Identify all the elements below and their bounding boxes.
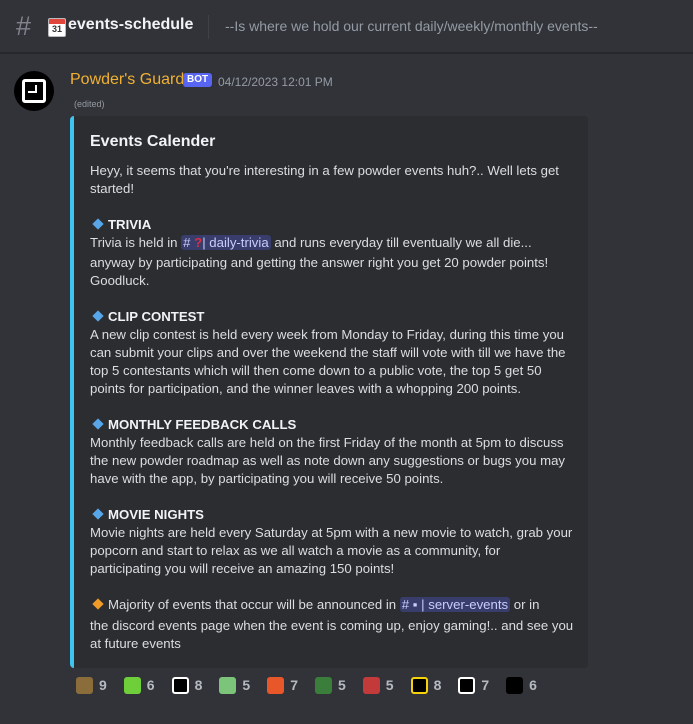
camera-icon: ▪ [412, 597, 418, 612]
clip-line: top 5 contestants which will then come d… [90, 363, 542, 378]
movie-line: popcorn and start to relax as we all wat… [90, 543, 501, 558]
calendar-icon: 31 [48, 18, 66, 37]
trivia-line: Goodluck. [90, 273, 150, 288]
reaction-button[interactable]: 8 [166, 673, 211, 697]
reaction-button[interactable]: 8 [405, 673, 450, 697]
clip-line: points for participation, and the winner… [90, 381, 522, 396]
channel-name[interactable]: events-schedule [68, 16, 193, 34]
reaction-button[interactable]: 9 [70, 673, 115, 697]
clip-contest-heading: CLIP CONTEST [90, 308, 204, 326]
reaction-button[interactable]: 7 [261, 673, 306, 697]
blue-diamond-icon [92, 508, 104, 520]
server-events-channel-mention[interactable]: # ▪ | server-events [399, 597, 511, 612]
blue-diamond-icon [92, 310, 104, 322]
clip-line: can submit your clips and over the weeke… [90, 345, 566, 360]
edited-label: (edited) [74, 99, 105, 109]
reactions-bar: 9 6 8 5 7 5 5 8 7 6 [70, 673, 545, 699]
feedback-heading: MONTHLY FEEDBACK CALLS [90, 416, 296, 434]
movie-line: participating you will receive an amazin… [90, 561, 395, 576]
reaction-button[interactable]: 5 [213, 673, 258, 697]
orange-diamond-icon [92, 598, 104, 610]
reaction-count: 7 [290, 677, 298, 693]
clip-line: A new clip contest is held every week fr… [90, 327, 564, 342]
footer-line: the discord events page when the event i… [90, 618, 574, 633]
feedback-line: have with the app, by participating you … [90, 471, 444, 486]
powder-logo-yellow-emoji-icon [410, 676, 428, 694]
reaction-count: 9 [99, 677, 107, 693]
message-timestamp: 04/12/2023 12:01 PM [218, 75, 333, 89]
powder-logo-black-emoji-icon [458, 676, 476, 694]
trivia-line: anyway by participating and getting the … [90, 255, 549, 270]
reaction-count: 7 [481, 677, 490, 693]
header-divider [208, 15, 209, 39]
channel-header: # 31 events-schedule --Is where we hold … [0, 0, 693, 53]
feedback-line: the new powder roadmap as well as note d… [90, 453, 566, 468]
footer-line: at future events [90, 636, 181, 651]
powder-logo-round-emoji-icon [506, 676, 524, 694]
reaction-button[interactable]: 6 [500, 673, 545, 697]
bot-badge: BOT [183, 73, 213, 87]
reaction-count: 6 [146, 677, 155, 693]
pepe-blue-emoji-icon [314, 676, 332, 694]
reaction-button[interactable]: 5 [309, 673, 354, 697]
green-frog-emoji-icon [123, 676, 141, 694]
pepe-fighter-emoji-icon [219, 676, 237, 694]
embed-title: Events Calender [90, 133, 216, 150]
daily-trivia-channel-mention[interactable]: # ?| daily-trivia [181, 235, 271, 250]
channel-topic[interactable]: --Is where we hold our current daily/wee… [225, 18, 598, 34]
reaction-count: 8 [433, 677, 442, 693]
reaction-count: 5 [337, 677, 346, 693]
reaction-button[interactable]: 7 [452, 673, 497, 697]
reaction-button[interactable]: 6 [118, 673, 163, 697]
blue-diamond-icon [92, 418, 104, 430]
reaction-count: 6 [529, 677, 537, 693]
trophy-wave-emoji-icon [76, 676, 93, 694]
fire-emoji-icon [267, 676, 285, 694]
movie-nights-heading: MOVIE NIGHTS [90, 506, 204, 524]
reaction-count: 8 [194, 677, 203, 693]
reaction-count: 5 [242, 677, 251, 693]
bot-avatar[interactable] [14, 71, 54, 111]
blue-diamond-icon [92, 218, 104, 230]
channel-hash-icon: # [16, 11, 32, 41]
pepe-red-emoji-icon [362, 676, 380, 694]
trivia-line: Trivia is held in # ?| daily-trivia and … [90, 235, 532, 250]
reaction-count: 5 [385, 677, 394, 693]
footer-line: Majority of events that occur will be an… [90, 596, 580, 614]
intro-line: Heyy, it seems that you're interesting i… [90, 163, 559, 178]
reaction-button[interactable]: 5 [357, 673, 402, 697]
events-embed: Events Calender Heyy, it seems that you'… [70, 116, 588, 668]
question-mark-icon: ? [194, 235, 203, 250]
intro-line: started! [90, 181, 134, 196]
feedback-line: Monthly feedback calls are held on the f… [90, 435, 564, 450]
author-name[interactable]: Powder's Guard [70, 71, 184, 89]
trivia-heading: TRIVIA [90, 216, 151, 234]
powder-logo-white-emoji-icon [171, 676, 189, 694]
movie-line: Movie nights are held every Saturday at … [90, 525, 573, 540]
